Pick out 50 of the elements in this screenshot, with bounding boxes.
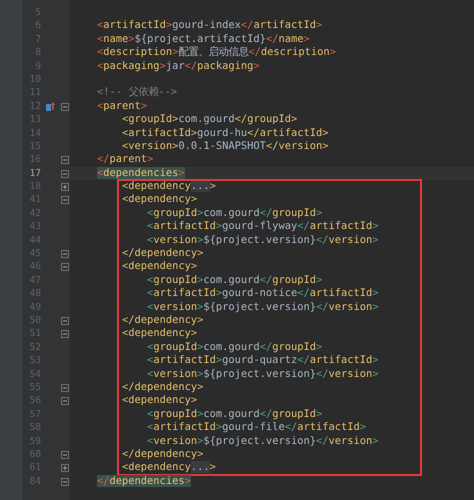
code-line: <artifactId>gourd-quartz</artifactId> xyxy=(146,354,379,366)
code-line: <parent> xyxy=(97,100,148,112)
code-line: </dependency> xyxy=(121,380,204,393)
code-line: <version>0.0.1-SNAPSHOT</version> xyxy=(121,140,329,152)
code-line: <!-- 父依赖--> xyxy=(97,86,178,98)
fold-icon[interactable] xyxy=(61,384,69,392)
code-line: <groupId>com.gourd</groupId> xyxy=(146,340,322,353)
fold-icon[interactable] xyxy=(61,183,69,192)
code-line: </dependencies> xyxy=(97,474,191,487)
gutter-marker-icon[interactable] xyxy=(46,102,55,111)
code-line: <artifactId>gourd-flyway</artifactId> xyxy=(146,220,379,232)
code-line: <version>${project.version}</version> xyxy=(146,368,379,380)
code-line: <groupId>com.gourd</groupId> xyxy=(146,274,322,286)
code-line: </dependency> xyxy=(121,247,204,260)
fold-icon[interactable] xyxy=(61,156,69,164)
code-line: <name>${project.artifactId}</name> xyxy=(97,32,310,45)
fold-icon[interactable] xyxy=(61,464,69,472)
code-line: <artifactId>gourd-index</artifactId> xyxy=(97,19,322,32)
code-line: <groupId>com.gourd</groupId> xyxy=(146,408,322,420)
code-line: <artifactId>gourd-file</artifactId> xyxy=(146,421,366,434)
code-line: <description>配置、启动信息</description> xyxy=(97,46,336,58)
code-line: <dependency> xyxy=(121,394,198,406)
code-line: <artifactId>gourd-notice</artifactId> xyxy=(146,287,379,300)
code-line: </parent> xyxy=(97,153,154,166)
fold-icon[interactable] xyxy=(61,316,69,325)
fold-icon[interactable] xyxy=(61,170,69,178)
fold-icon[interactable] xyxy=(61,330,69,338)
code-line: <dependencies> xyxy=(97,166,185,179)
fold-icon[interactable] xyxy=(61,397,69,406)
fold-icon[interactable] xyxy=(61,478,69,486)
code-line: <dependency> xyxy=(121,260,198,272)
code-line: </dependency> xyxy=(121,448,204,460)
code-line: <dependency...> xyxy=(121,180,216,192)
code-line: </dependency> xyxy=(121,314,204,326)
code-line: <version>${project.version}</version> xyxy=(146,234,379,246)
code-line: <dependency...> xyxy=(121,461,216,474)
code-line: <artifactId>gourd-hu</artifactId> xyxy=(121,126,329,139)
fold-icon[interactable] xyxy=(61,102,69,111)
code-line: <dependency> xyxy=(121,193,198,206)
fold-icon[interactable] xyxy=(61,263,69,272)
code-line: <groupId>com.gourd</groupId> xyxy=(121,113,298,126)
code-line: <packaging>jar</packaging> xyxy=(97,60,260,72)
fold-icon[interactable] xyxy=(61,250,69,258)
fold-icon[interactable] xyxy=(61,196,69,204)
line-number: 17 xyxy=(29,168,41,179)
fold-icon[interactable] xyxy=(61,450,69,459)
code-line: <version>${project.version}</version> xyxy=(146,434,379,446)
code-line: <version>${project.version}</version> xyxy=(146,300,379,313)
code-line: <dependency> xyxy=(121,327,198,340)
code-line: <groupId>com.gourd</groupId> xyxy=(146,206,322,219)
